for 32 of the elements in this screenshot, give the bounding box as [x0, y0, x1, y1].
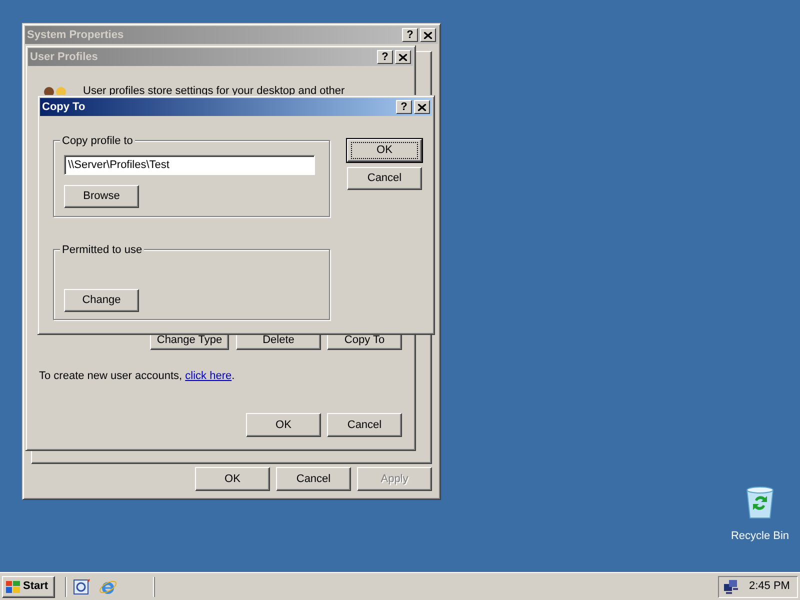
start-button[interactable]: Start [2, 576, 55, 598]
dialog-button[interactable]: Cancel [347, 167, 422, 190]
trash-bin-icon[interactable] [745, 486, 775, 520]
dialog-button[interactable]: OK [246, 413, 321, 437]
dialog-button[interactable]: OK [347, 139, 422, 162]
help-button[interactable]: ? [396, 100, 412, 114]
group-label: Copy profile to [60, 133, 135, 150]
close-icon [424, 32, 432, 38]
desktop-shortcut-icon[interactable] [73, 578, 91, 596]
close-button[interactable] [420, 28, 436, 42]
path-input-field[interactable]: \\Server\Profiles\Test [64, 155, 315, 175]
dialog-button[interactable]: Cancel [327, 413, 402, 437]
close-button[interactable] [414, 100, 430, 114]
click-here-link[interactable]: click here [185, 370, 232, 382]
help-button[interactable]: ? [402, 28, 418, 42]
change-button[interactable]: Change [64, 289, 139, 312]
window-title: Copy To [42, 100, 86, 115]
help-button[interactable]: ? [377, 50, 393, 64]
flag-icon [5, 580, 21, 594]
window-title: User Profiles [30, 50, 99, 65]
dialog-button[interactable]: OK [195, 467, 270, 491]
clock-text: 2:45 PM [749, 579, 790, 594]
create-accounts-text: To create new user accounts, click here. [39, 369, 235, 384]
close-icon [418, 104, 426, 110]
desktop-icon-label[interactable]: Recycle Bin [730, 528, 790, 544]
close-button[interactable] [395, 50, 411, 64]
close-icon [399, 54, 407, 60]
window-title: System Properties [27, 28, 125, 43]
description-text: User profiles store settings for your desktop and other [83, 84, 345, 99]
network-icon[interactable] [723, 578, 739, 594]
dialog-button[interactable]: Cancel [276, 467, 351, 491]
browse-button[interactable]: Browse [64, 185, 139, 208]
